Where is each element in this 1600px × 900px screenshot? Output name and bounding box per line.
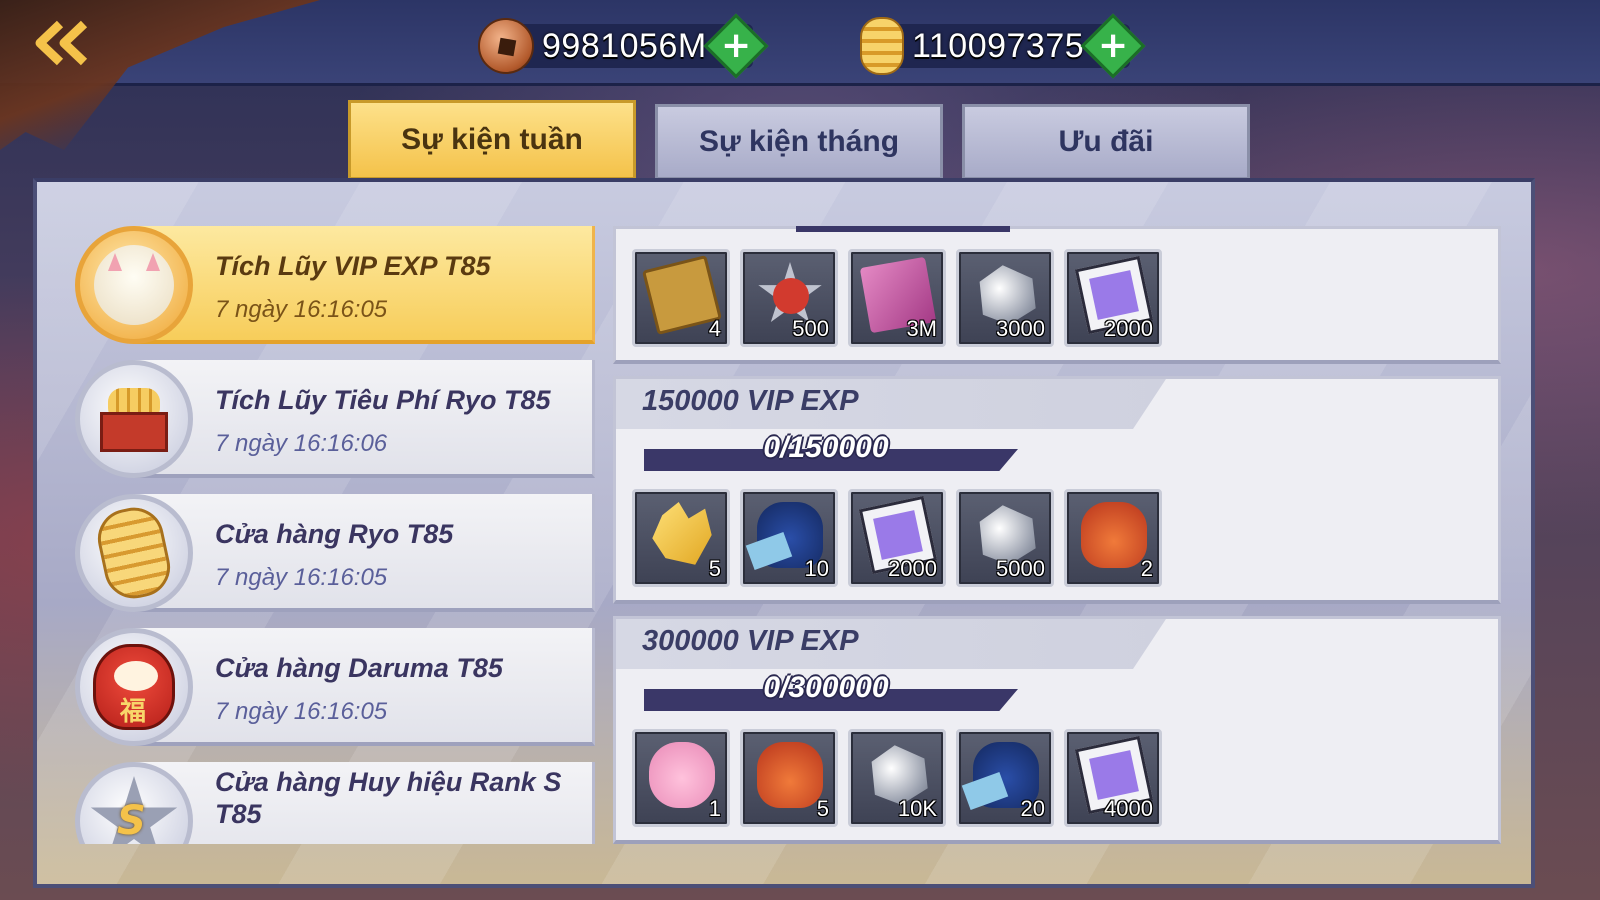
reward-tier-300000: 300000 VIP EXP 0/300000 1 5 10K 20 4000 <box>613 616 1501 844</box>
tier-label: 150000 VIP EXP <box>642 385 859 417</box>
reward-item[interactable]: 5000 <box>956 489 1054 587</box>
reward-items: 1 5 10K 20 4000 <box>632 729 1162 827</box>
item-quantity: 4000 <box>1104 796 1153 821</box>
event-item-rank-s-shop[interactable]: S Cửa hàng Huy hiệu Rank S T85 <box>75 762 595 844</box>
event-title: Tích Lũy Tiêu Phí Ryo T85 <box>215 385 551 415</box>
item-quantity: 2000 <box>1104 316 1153 341</box>
event-title: Cửa hàng Huy hiệu Rank S T85 <box>215 767 562 829</box>
event-title: Cửa hàng Daruma T85 <box>215 653 503 683</box>
tab-weekly-events[interactable]: Sự kiện tuần <box>348 100 636 180</box>
event-item-ryo-spend[interactable]: Tích Lũy Tiêu Phí Ryo T85 7 ngày 16:16:0… <box>75 360 595 480</box>
top-bar: 9981056M + 110097375 + <box>0 0 1600 150</box>
item-quantity: 500 <box>792 316 829 341</box>
plus-icon: + <box>720 24 751 66</box>
reward-item[interactable]: 3000 <box>956 249 1054 347</box>
reward-item[interactable]: 5 <box>740 729 838 827</box>
event-card <box>133 494 595 612</box>
reward-item[interactable]: 2 <box>1064 489 1162 587</box>
event-list[interactable]: Tích Lũy VIP EXP T85 7 ngày 16:16:05 Tíc… <box>75 226 595 844</box>
item-quantity: 10 <box>804 556 829 581</box>
event-card <box>133 226 595 344</box>
event-timer: 7 ngày 16:16:05 <box>215 564 388 591</box>
event-medal <box>75 494 193 612</box>
red-lucky-bag-icon <box>1081 502 1147 568</box>
event-card <box>133 360 595 478</box>
main-panel: Tích Lũy VIP EXP T85 7 ngày 16:16:05 Tíc… <box>33 178 1535 888</box>
reward-item[interactable]: 3M <box>848 249 946 347</box>
item-quantity: 4 <box>708 316 721 341</box>
reward-item[interactable]: 500 <box>740 249 838 347</box>
event-title: Tích Lũy VIP EXP T85 <box>215 251 491 281</box>
reward-item[interactable]: 2000 <box>848 489 946 587</box>
item-quantity: 10K <box>897 796 937 821</box>
daruma-icon <box>93 644 175 730</box>
plus-icon: + <box>1098 24 1129 66</box>
reward-item[interactable]: 10K <box>848 729 946 827</box>
copper-currency: 9981056M + <box>478 13 769 79</box>
tab-monthly-events[interactable]: Sự kiện tháng <box>655 104 943 180</box>
red-lucky-bag-icon <box>757 742 823 808</box>
item-quantity: 2000 <box>888 556 937 581</box>
reward-item[interactable]: 4 <box>632 249 730 347</box>
item-quantity: 5000 <box>996 556 1045 581</box>
tier-progress-text: 0/150000 <box>763 431 889 464</box>
item-quantity: 5 <box>816 796 829 821</box>
gold-currency: 110097375 + <box>860 13 1146 79</box>
progress-bar-edge <box>796 226 1010 232</box>
back-button[interactable] <box>30 18 90 68</box>
event-timer: 7 ngày 16:16:05 <box>215 296 388 323</box>
ryo-icon <box>92 502 176 604</box>
ss-badge-core <box>773 278 809 314</box>
gold-ryo-icon <box>860 17 904 75</box>
reward-item[interactable]: 10 <box>740 489 838 587</box>
copper-coin-icon <box>478 18 534 74</box>
reward-item[interactable]: 20 <box>956 729 1054 827</box>
reward-items: 5 10 2000 5000 2 <box>632 489 1162 587</box>
event-item-ryo-shop[interactable]: Cửa hàng Ryo T85 7 ngày 16:16:05 <box>75 494 595 614</box>
item-quantity: 3000 <box>996 316 1045 341</box>
item-quantity: 2 <box>1140 556 1153 581</box>
lucky-cat-icon <box>94 245 174 325</box>
item-quantity: 5 <box>708 556 721 581</box>
reward-tier-150000: 150000 VIP EXP 0/150000 5 10 2000 5000 2 <box>613 376 1501 604</box>
tier-progress-text: 0/300000 <box>763 671 889 704</box>
pink-bag-icon <box>649 742 715 808</box>
reward-item[interactable]: 1 <box>632 729 730 827</box>
event-item-vip-exp[interactable]: Tích Lũy VIP EXP T85 7 ngày 16:16:05 <box>75 226 595 346</box>
tier-label: 300000 VIP EXP <box>642 625 859 657</box>
ryo-basket-icon <box>94 384 174 454</box>
reward-tier: 4 500 3M 3000 2000 <box>613 226 1501 364</box>
reward-item[interactable]: 2000 <box>1064 249 1162 347</box>
reward-item[interactable]: 4000 <box>1064 729 1162 827</box>
item-quantity: 20 <box>1020 796 1045 821</box>
event-title: Cửa hàng Ryo T85 <box>215 519 454 549</box>
event-medal <box>75 226 193 344</box>
gold-crystal-icon <box>652 502 712 565</box>
double-chevron-left-icon <box>35 20 88 66</box>
event-card <box>133 628 595 746</box>
tab-offers[interactable]: Ưu đãi <box>962 104 1250 180</box>
item-quantity: 3M <box>906 316 937 341</box>
event-timer: 7 ngày 16:16:06 <box>215 430 388 457</box>
event-timer: 7 ngày 16:16:05 <box>215 698 388 725</box>
event-medal <box>75 360 193 478</box>
reward-items: 4 500 3M 3000 2000 <box>632 249 1162 347</box>
event-medal <box>75 628 193 746</box>
item-quantity: 1 <box>708 796 721 821</box>
rank-s-badge-icon: S <box>89 776 179 844</box>
reward-item[interactable]: 5 <box>632 489 730 587</box>
event-item-daruma-shop[interactable]: Cửa hàng Daruma T85 7 ngày 16:16:05 <box>75 628 595 748</box>
reward-tiers[interactable]: 4 500 3M 3000 2000 150000 VIP EXP 0/1500… <box>613 226 1503 848</box>
